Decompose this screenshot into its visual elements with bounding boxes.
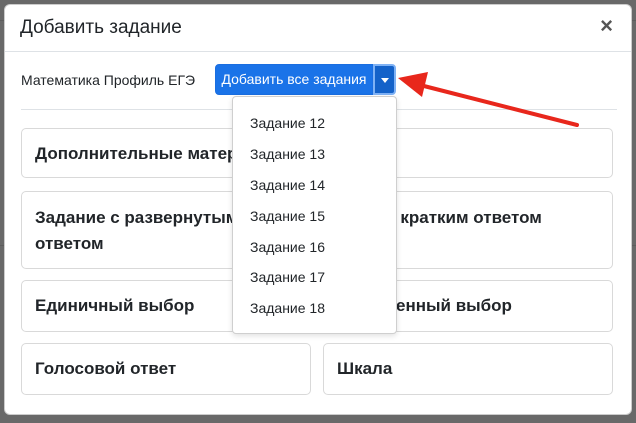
- card-scale[interactable]: Шкала: [323, 343, 613, 395]
- dropdown-item-task-12[interactable]: Задание 12: [250, 115, 325, 131]
- card-label: Голосовой ответ: [35, 359, 177, 378]
- dropdown-item-task-17[interactable]: Задание 17: [250, 269, 325, 285]
- tasks-dropdown-menu: Задание 12 Задание 13 Задание 14 Задание…: [232, 96, 397, 334]
- card-label: Дополнительные матер: [35, 144, 238, 163]
- card-voice-answer[interactable]: Голосовой ответ: [21, 343, 311, 395]
- caret-down-icon: [381, 78, 389, 83]
- dropdown-item-task-15[interactable]: Задание 15: [250, 208, 325, 224]
- card-label: Шкала: [337, 359, 393, 378]
- add-task-modal: Добавить задание × Математика Профиль ЕГ…: [4, 4, 632, 415]
- modal-title: Добавить задание: [20, 17, 182, 38]
- dropdown-item-task-14[interactable]: Задание 14: [250, 177, 325, 193]
- card-label: Единичный выбор: [35, 296, 195, 315]
- dropdown-item-task-18[interactable]: Задание 18: [250, 300, 325, 316]
- dropdown-item-task-13[interactable]: Задание 13: [250, 146, 325, 162]
- card-label: е с кратким ответом: [372, 208, 542, 227]
- card-label-line1: Задание с развернутым: [35, 208, 239, 227]
- card-label-line2: ответом: [35, 234, 104, 253]
- modal-header: Добавить задание ×: [5, 5, 631, 52]
- subject-label: Математика Профиль ЕГЭ: [21, 72, 196, 88]
- add-all-tasks-button[interactable]: Добавить все задания: [215, 64, 373, 95]
- close-icon[interactable]: ×: [600, 15, 613, 37]
- dropdown-toggle-button[interactable]: [373, 64, 396, 95]
- dropdown-item-task-16[interactable]: Задание 16: [250, 239, 325, 255]
